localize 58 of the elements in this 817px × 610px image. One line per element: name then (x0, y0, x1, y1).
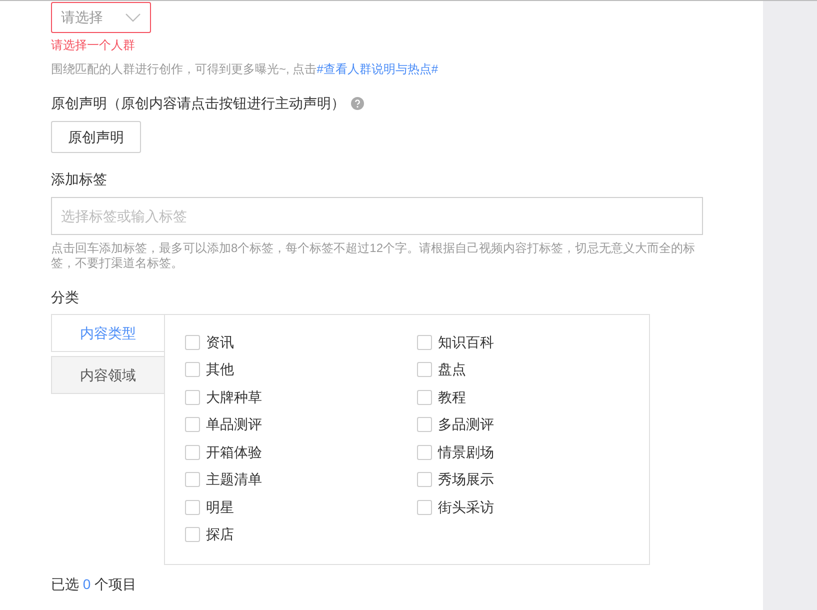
checkbox[interactable] (417, 472, 432, 488)
option-label: 情景剧场 (438, 442, 494, 462)
checkbox[interactable] (417, 334, 432, 350)
category-checkbox-option[interactable]: 情景剧场 (417, 444, 649, 460)
category-checkbox-option[interactable]: 多品测评 (417, 416, 649, 433)
checkbox[interactable] (417, 500, 432, 515)
category-checkbox-option[interactable]: 知识百科 (417, 334, 649, 350)
category-checkbox-option[interactable]: 探店 (185, 526, 417, 543)
category-checkbox-option[interactable]: 教程 (417, 389, 649, 406)
option-label: 明星 (206, 498, 234, 517)
chevron-down-icon (125, 13, 141, 22)
original-declare-button[interactable]: 原创声明 (51, 121, 141, 153)
category-checkbox-option[interactable]: 其他 (185, 362, 417, 378)
option-label: 盘点 (438, 360, 466, 380)
option-label: 大牌种草 (206, 388, 262, 407)
category-checkbox-option[interactable]: 主题清单 (185, 472, 417, 488)
tags-hint: 点击回车添加标签，最多可以添加8个标签，每个标签不超过12个字。请根据自己视频内容打标签，切忌无意义大而全的标签，不要打渠道名标签。 (51, 241, 696, 271)
tags-input-field[interactable]: 选择标签或输入标签 (51, 197, 703, 235)
option-label: 秀场展示 (438, 470, 494, 490)
option-label: 知识百科 (438, 332, 494, 352)
category-tab[interactable]: 内容领域 (51, 356, 165, 394)
checkbox[interactable] (185, 500, 200, 515)
option-label: 探店 (206, 525, 234, 544)
checkbox[interactable] (417, 444, 432, 460)
checkbox[interactable] (417, 390, 432, 405)
category-checkbox-option[interactable]: 大牌种草 (185, 389, 417, 406)
option-label: 教程 (438, 388, 466, 407)
checkbox[interactable] (185, 334, 200, 350)
category-checkbox-option[interactable]: 街头采访 (417, 499, 649, 516)
checkbox[interactable] (185, 527, 200, 542)
checkbox[interactable] (185, 390, 200, 405)
category-checkbox-option[interactable]: 明星 (185, 499, 417, 516)
tags-label: 添加标签 (51, 170, 108, 189)
help-icon[interactable] (351, 97, 364, 110)
category-checkbox-option[interactable]: 秀场展示 (417, 472, 649, 488)
category-checkbox-option[interactable]: 开箱体验 (185, 444, 417, 460)
original-label: 原创声明（原创内容请点击按钮进行主动声明） (51, 94, 345, 113)
option-label: 单品测评 (206, 415, 262, 434)
checkbox[interactable] (185, 417, 200, 432)
category-checkbox-option[interactable]: 单品测评 (185, 416, 417, 433)
crowd-hint: 围绕匹配的人群进行创作，可得到更多曝光~, 点击#查看人群说明与热点# (51, 61, 440, 78)
option-label: 资讯 (206, 332, 234, 352)
category-checkbox-option[interactable]: 盘点 (417, 362, 649, 378)
option-label: 多品测评 (438, 415, 494, 434)
checkbox[interactable] (185, 362, 200, 378)
option-label: 开箱体验 (206, 442, 262, 462)
option-label: 街头采访 (438, 498, 494, 517)
select-placeholder: 请选择 (61, 8, 103, 27)
selection-count: 已选 0 个项目 (51, 575, 138, 594)
checkbox[interactable] (417, 362, 432, 378)
error-text: 请选择一个人群 (51, 37, 136, 54)
category-label: 分类 (51, 288, 80, 307)
option-label: 主题清单 (206, 470, 262, 490)
option-label: 其他 (206, 360, 234, 380)
checkbox[interactable] (185, 444, 200, 460)
category-checkbox-option[interactable]: 资讯 (185, 334, 417, 350)
checkbox[interactable] (417, 417, 432, 432)
checkbox[interactable] (185, 472, 200, 488)
